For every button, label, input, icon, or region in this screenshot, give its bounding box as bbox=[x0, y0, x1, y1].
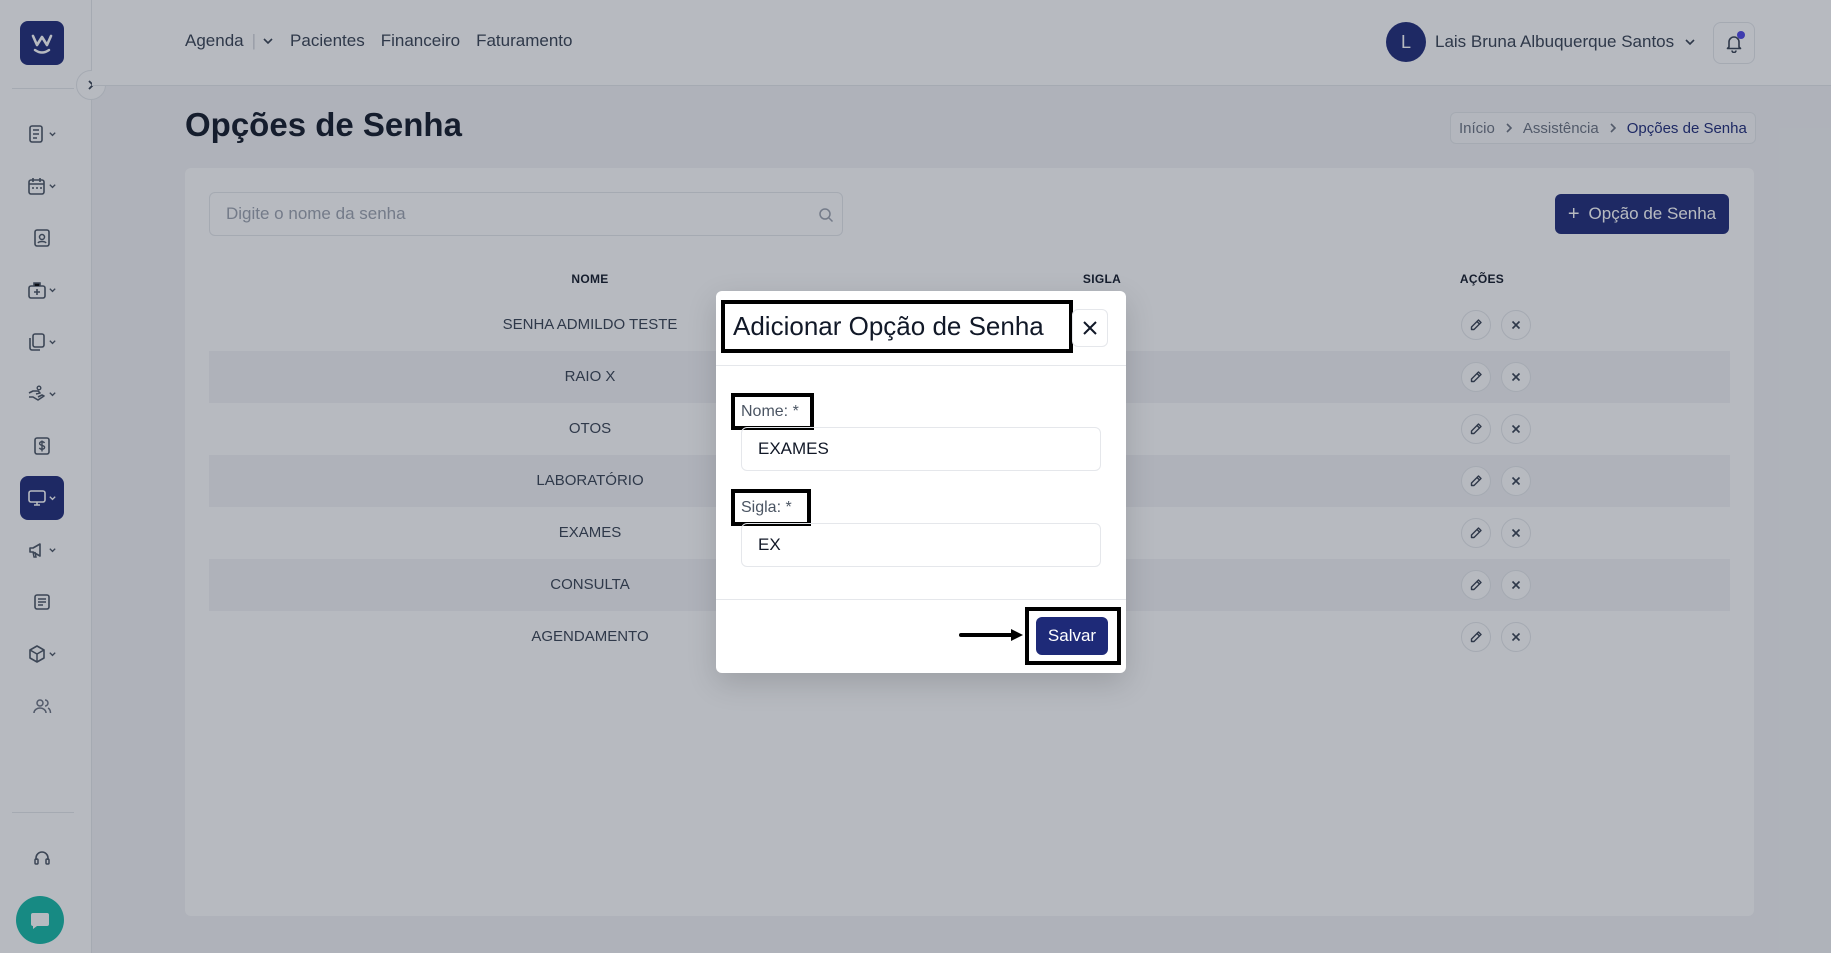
save-highlight: Salvar bbox=[1025, 607, 1121, 665]
arrow-right-icon bbox=[959, 629, 1023, 641]
modal-footer-divider bbox=[716, 599, 1126, 600]
sigla-label: Sigla: * bbox=[731, 489, 811, 526]
modal-title: Adicionar Opção de Senha bbox=[721, 300, 1073, 353]
modal-header: Adicionar Opção de Senha bbox=[716, 291, 1126, 366]
name-label: Nome: * bbox=[731, 393, 814, 430]
sigla-field[interactable] bbox=[742, 524, 1100, 566]
close-button[interactable] bbox=[1072, 309, 1108, 347]
close-icon bbox=[1083, 321, 1097, 335]
name-field[interactable] bbox=[742, 428, 1100, 470]
sigla-field-wrapper bbox=[741, 523, 1101, 567]
name-field-wrapper bbox=[741, 427, 1101, 471]
add-password-option-modal: Adicionar Opção de Senha Nome: * Sigla: … bbox=[716, 291, 1126, 673]
save-button[interactable]: Salvar bbox=[1036, 617, 1108, 655]
